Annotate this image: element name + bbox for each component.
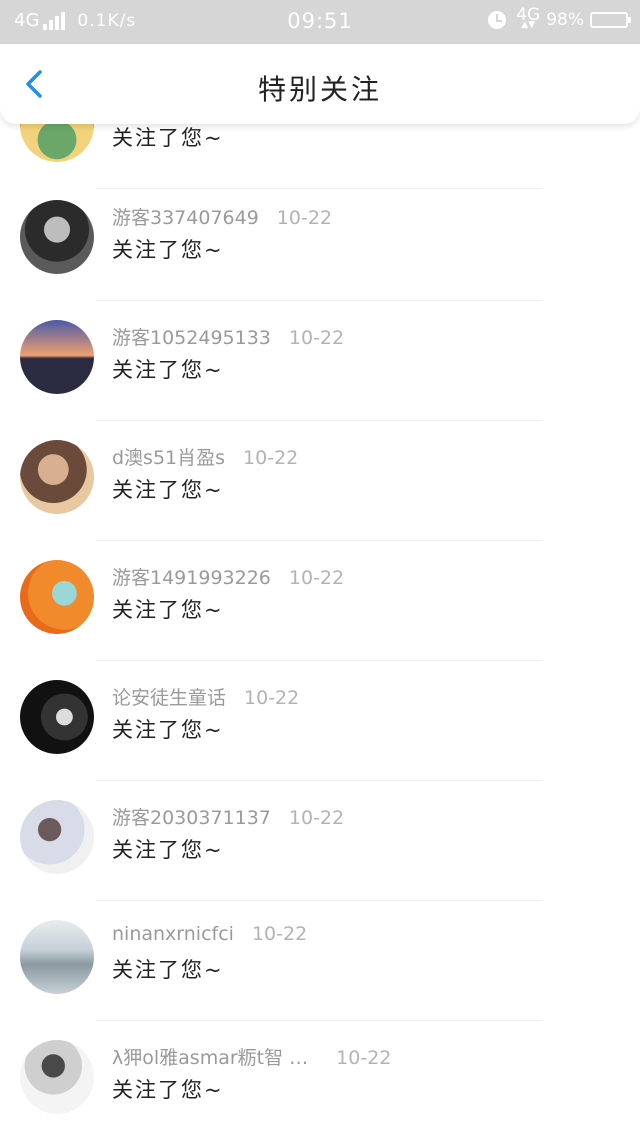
list-item[interactable]: 游客1052495133 10-22 关注了您~ xyxy=(0,304,640,422)
list-item[interactable]: 游客337407649 10-22 关注了您~ xyxy=(0,184,640,302)
user-name: ninanxrnicfci xyxy=(112,923,234,945)
user-name: λ狎ol雅asmar粝t智 … xyxy=(112,1047,309,1069)
divider xyxy=(96,780,542,781)
divider xyxy=(96,540,542,541)
follow-date: 10-22 xyxy=(243,447,299,469)
list-item[interactable]: ninanxrnicfci 10-22 关注了您~ xyxy=(0,904,640,1022)
follow-action-text: 关注了您~ xyxy=(112,718,224,742)
follow-date: 10-22 xyxy=(251,923,308,945)
user-name: 论安徒生童话 xyxy=(112,687,227,709)
avatar xyxy=(20,320,94,394)
follow-action-text: 关注了您~ xyxy=(112,958,224,982)
follow-date: 10-22 xyxy=(244,687,300,709)
follow-action-text: 关注了您~ xyxy=(112,598,224,622)
divider xyxy=(96,420,542,421)
avatar xyxy=(20,1040,94,1114)
avatar xyxy=(20,680,94,754)
list-item[interactable]: d澳s51肖盈s 10-22 关注了您~ xyxy=(0,424,640,542)
nav-bar: 特别关注 xyxy=(0,44,640,124)
list-item[interactable]: 游客1491993226 10-22 关注了您~ xyxy=(0,544,640,662)
avatar xyxy=(20,560,94,634)
follow-action-text: 关注了您~ xyxy=(112,126,224,150)
battery-icon xyxy=(590,11,631,28)
divider xyxy=(96,300,542,301)
follower-list: 关注了您~ 游客337407649 10-22 关注了您~ 游客105249513… xyxy=(0,0,640,1138)
follow-action-text: 关注了您~ xyxy=(112,838,224,862)
user-name: 游客337407649 xyxy=(112,207,259,229)
follow-date: 10-22 xyxy=(288,567,345,589)
follow-action-text: 关注了您~ xyxy=(112,1078,224,1102)
alarm-icon xyxy=(488,10,507,29)
list-item[interactable]: 游客2030371137 10-22 关注了您~ xyxy=(0,784,640,902)
avatar xyxy=(20,920,94,994)
divider xyxy=(96,900,542,901)
follow-action-text: 关注了您~ xyxy=(112,478,224,502)
avatar xyxy=(20,200,94,274)
list-item[interactable]: 论安徒生童话 10-22 关注了您~ xyxy=(0,664,640,782)
page-title: 特别关注 xyxy=(257,73,382,106)
divider xyxy=(96,1020,542,1021)
avatar xyxy=(20,440,94,514)
follow-action-text: 关注了您~ xyxy=(112,358,224,382)
user-name: d澳s51肖盈s xyxy=(112,447,226,469)
data-arrows-icon: ▲▼ xyxy=(521,20,536,30)
user-name: 游客2030371137 xyxy=(112,807,271,829)
follow-date: 10-22 xyxy=(288,327,345,349)
follow-date: 10-22 xyxy=(288,807,345,829)
list-item[interactable]: λ狎ol雅asmar粝t智 … 10-22 关注了您~ xyxy=(0,1024,640,1142)
user-name: 游客1052495133 xyxy=(112,327,271,349)
user-name: 游客1491993226 xyxy=(112,567,271,589)
divider xyxy=(96,660,542,661)
follow-date: 10-22 xyxy=(336,1047,392,1069)
status-bar: 4G 0.1K/s 09:51 4G ▲▼ 98% xyxy=(0,0,640,44)
follow-action-text: 关注了您~ xyxy=(112,238,224,262)
follow-date: 10-22 xyxy=(276,207,333,229)
battery-percent: 98% xyxy=(546,9,584,30)
avatar xyxy=(20,800,94,874)
